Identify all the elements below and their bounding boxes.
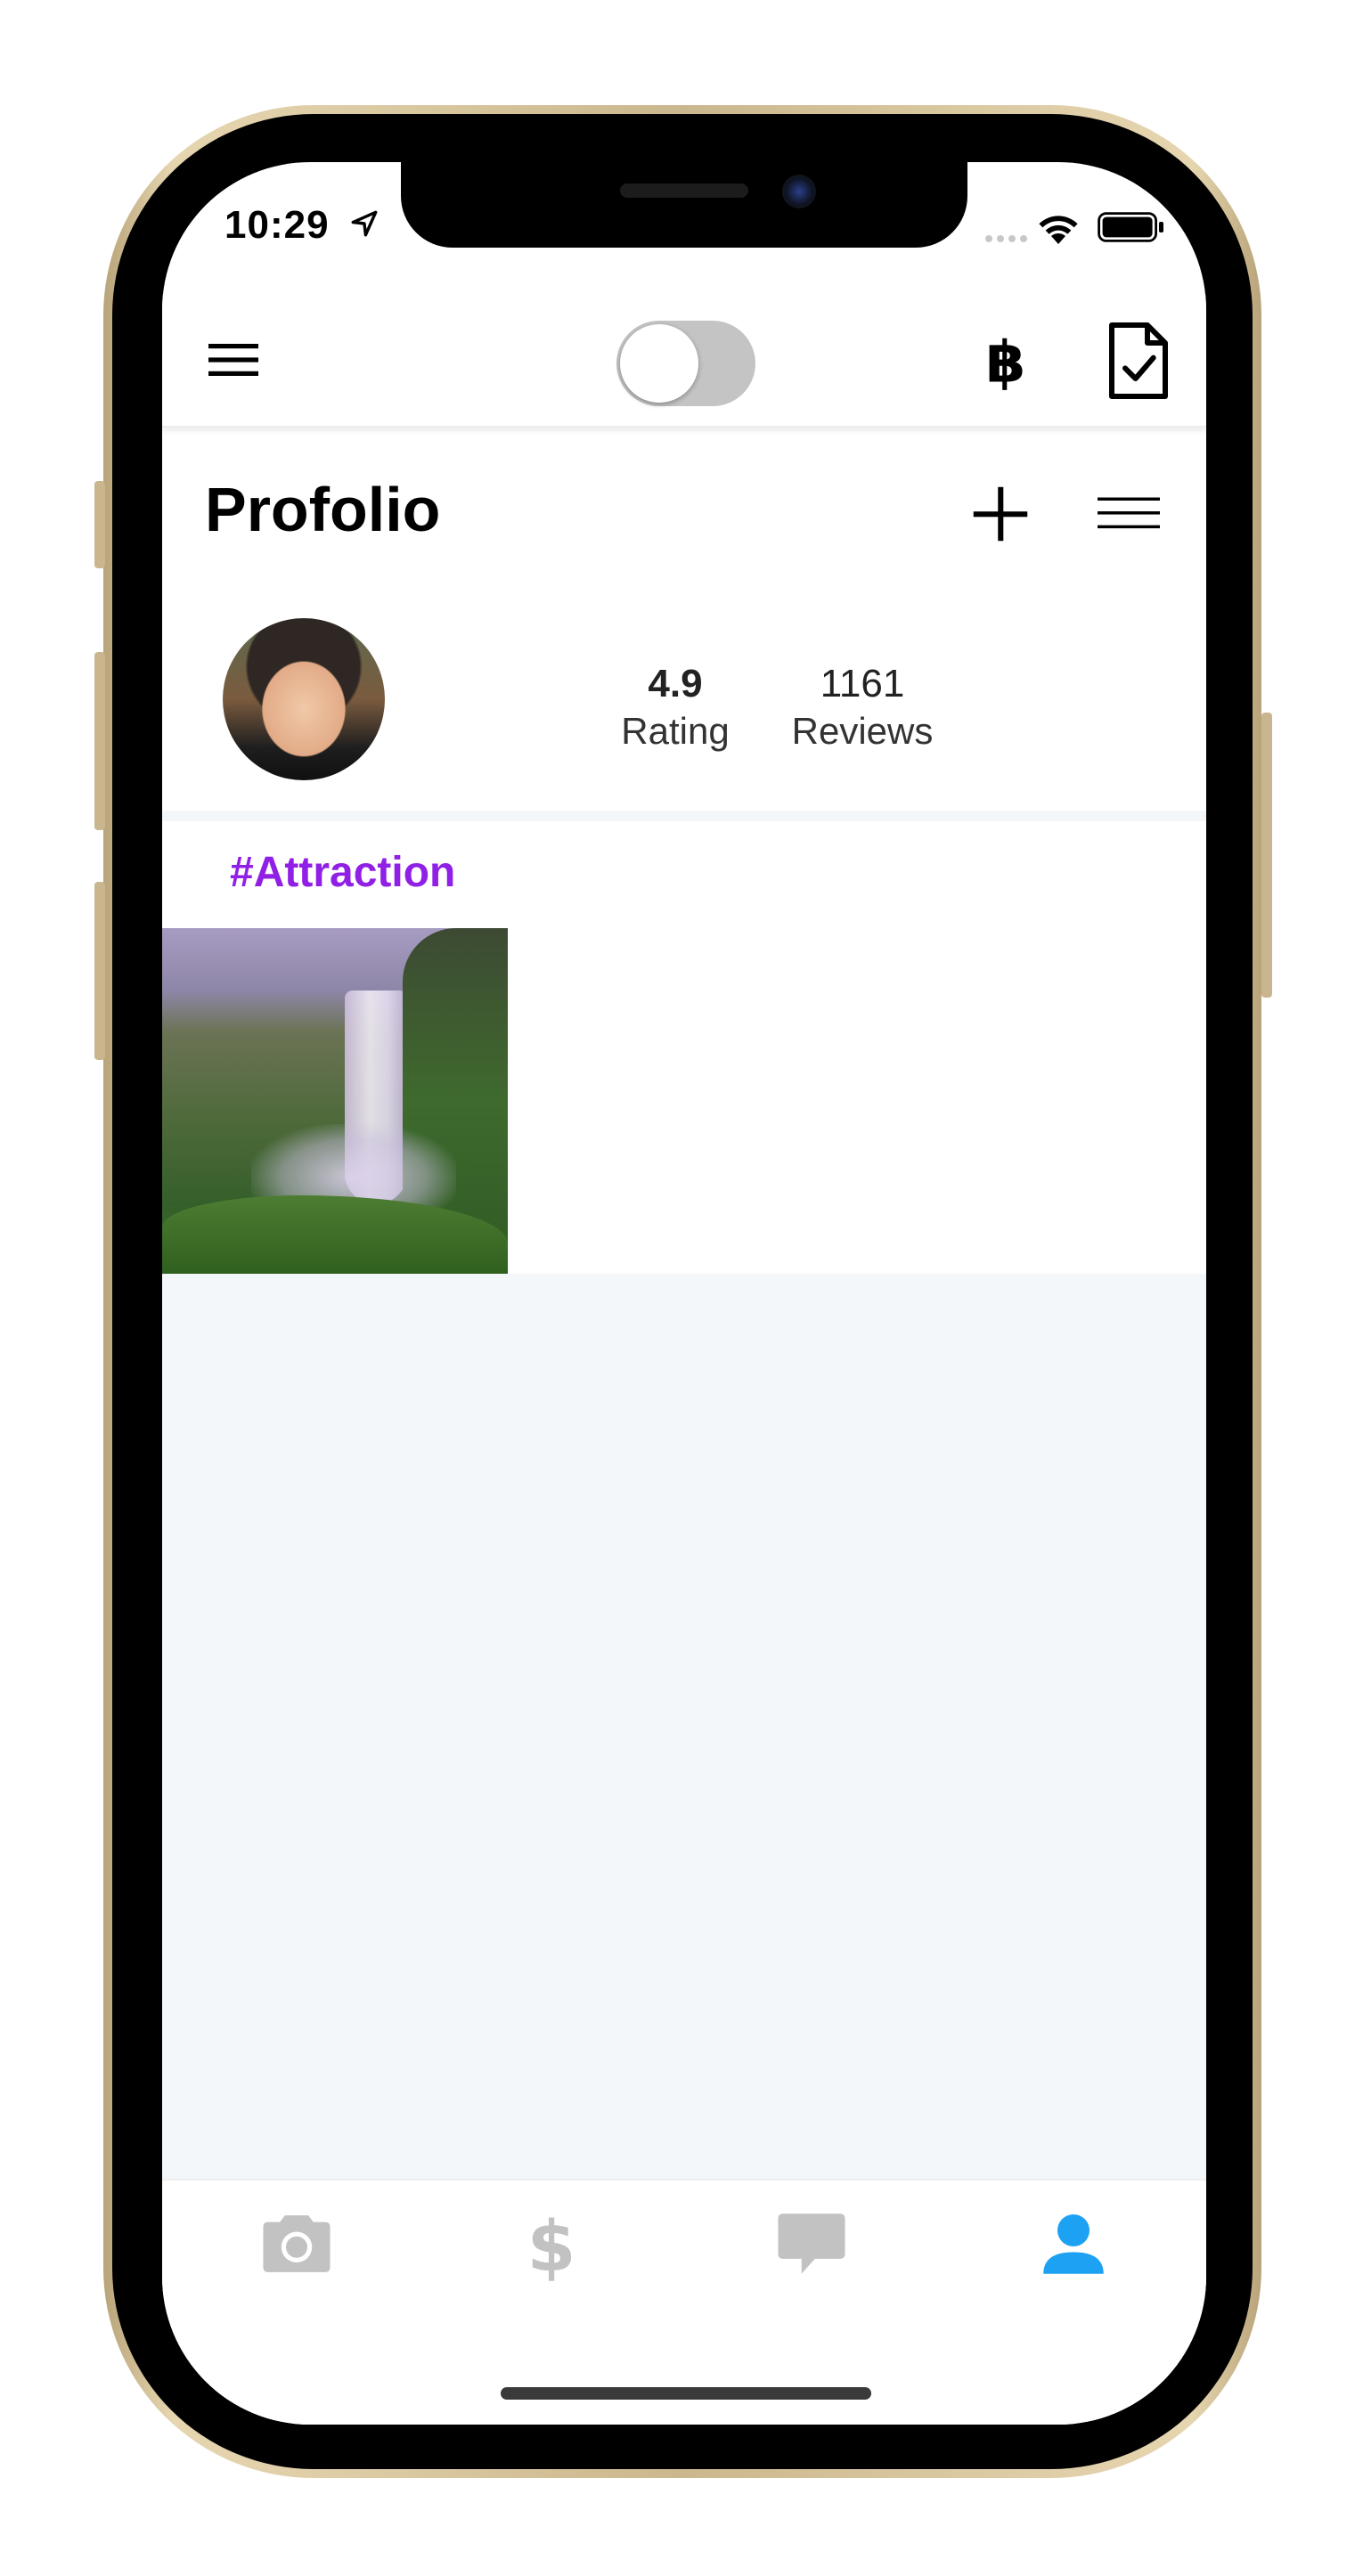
empty-content-area (162, 1274, 1206, 2179)
plus-icon[interactable] (971, 485, 1030, 543)
avatar[interactable] (223, 618, 385, 780)
chat-bubble-icon[interactable] (771, 2204, 852, 2284)
front-camera (782, 175, 816, 208)
portfolio-photo-waterfall[interactable] (162, 928, 508, 1274)
signal-icon (985, 235, 1027, 242)
battery-icon (1098, 212, 1163, 242)
bitcoin-icon[interactable]: ฿ (975, 330, 1037, 392)
camera-icon[interactable] (257, 2204, 337, 2284)
dollar-icon[interactable]: $ (511, 2204, 592, 2284)
reviews-label: Reviews (791, 710, 934, 752)
reviews-value: 1161 (820, 662, 905, 705)
notch (401, 162, 967, 248)
power-button (1261, 713, 1272, 998)
rating-label: Rating (621, 710, 730, 752)
volume-down-button (94, 882, 105, 1060)
home-indicator[interactable] (501, 2387, 871, 2400)
document-check-icon[interactable] (1103, 321, 1174, 401)
volume-up-button (94, 652, 105, 830)
app-screen: 10:29 ฿ Profolio 4.9 Rating 1161 Reviews… (162, 162, 1206, 2425)
top-toolbar: ฿ (162, 294, 1206, 428)
page-title: Profolio (205, 475, 441, 544)
menu-lines-icon[interactable] (1098, 495, 1160, 531)
reviews-stat[interactable]: 1161 Reviews (764, 661, 960, 755)
svg-text:฿: ฿ (986, 330, 1026, 392)
section-divider (162, 811, 1206, 821)
mode-toggle[interactable] (616, 321, 755, 406)
status-time: 10:29 (224, 203, 330, 247)
silent-switch (94, 481, 105, 568)
toggle-knob (620, 324, 698, 403)
hamburger-icon[interactable] (208, 340, 258, 379)
speaker-grille (620, 183, 748, 198)
svg-text:$: $ (527, 2205, 576, 2284)
rating-stat: 4.9 Rating (604, 661, 747, 755)
category-tag[interactable]: #Attraction (230, 848, 455, 897)
location-arrow-icon (351, 210, 378, 237)
person-icon[interactable] (1033, 2204, 1114, 2284)
wifi-icon (1039, 216, 1078, 244)
rating-value: 4.9 (648, 662, 703, 705)
